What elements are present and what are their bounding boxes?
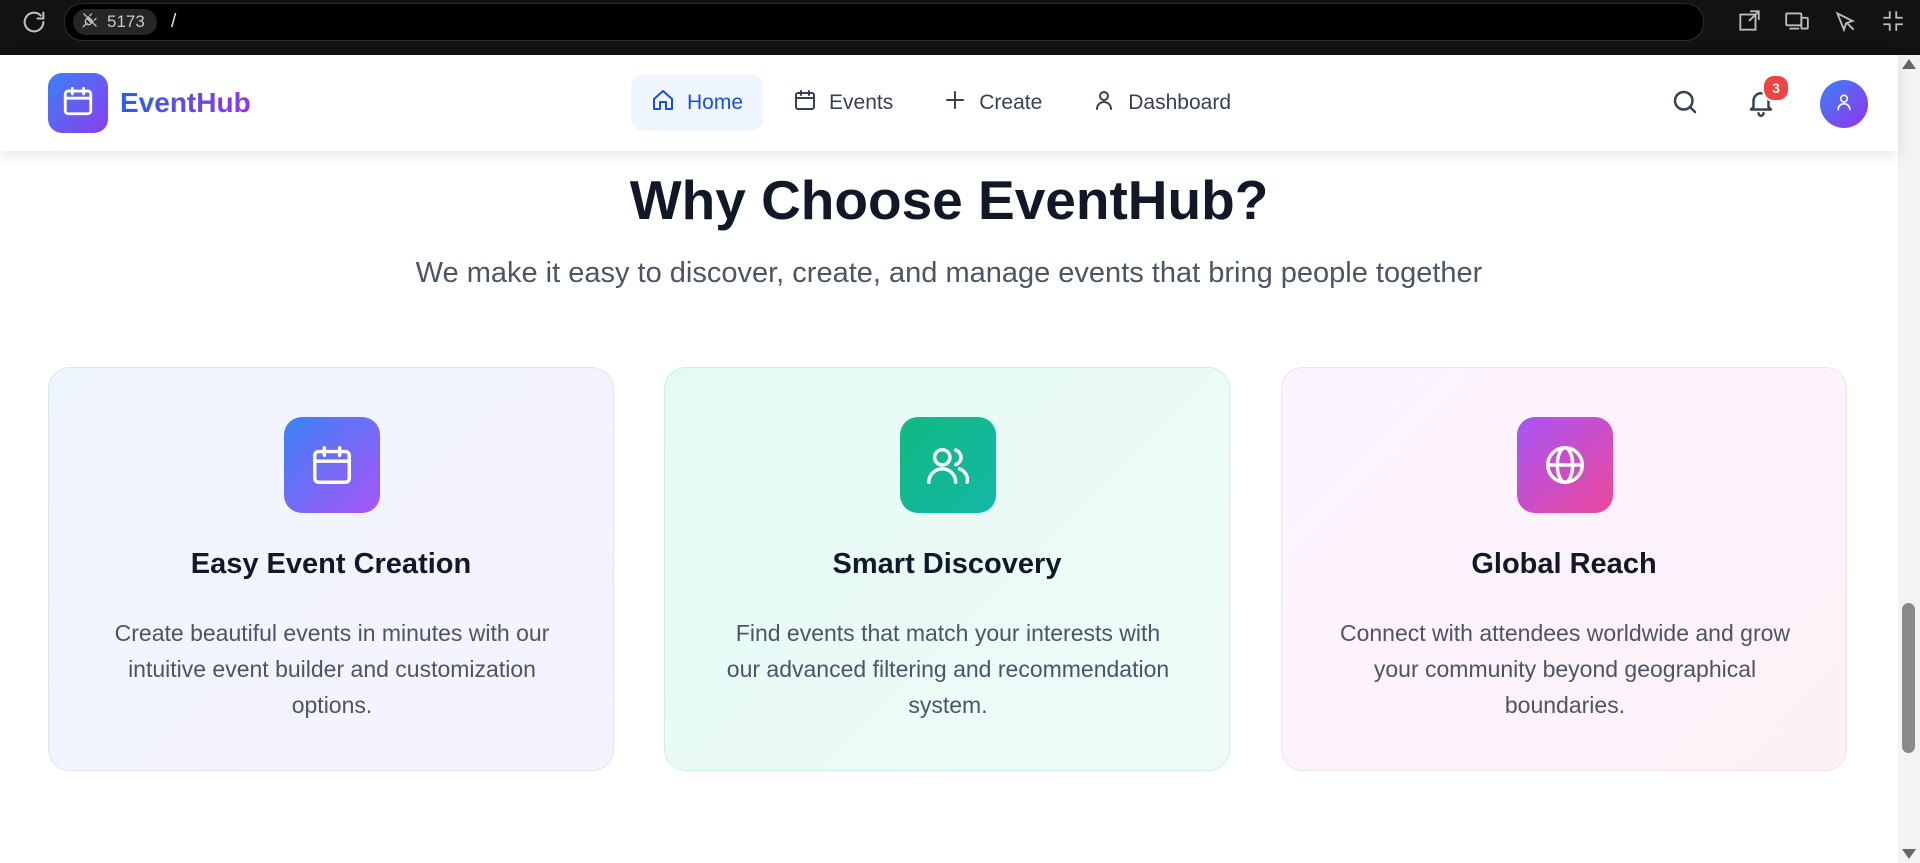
nav-home[interactable]: Home — [631, 75, 764, 131]
calendar-icon — [61, 84, 95, 123]
scroll-up-arrow-icon[interactable] — [1902, 59, 1916, 69]
globe-icon — [1517, 417, 1613, 513]
nav-dashboard[interactable]: Dashboard — [1072, 75, 1251, 131]
logo[interactable] — [48, 73, 108, 133]
nav-events-label: Events — [829, 91, 894, 114]
section-subtitle: We make it easy to discover, create, and… — [415, 257, 1483, 289]
nav-events[interactable]: Events — [773, 75, 913, 131]
calendar-icon — [284, 417, 380, 513]
user-icon — [1834, 92, 1854, 117]
port-number: 5173 — [107, 12, 145, 31]
notification-badge: 3 — [1762, 74, 1790, 102]
url-path: / — [171, 11, 177, 32]
nav-create-label: Create — [979, 91, 1043, 114]
app-header: EventHub Home Events Create Dashboard 3 — [0, 55, 1898, 151]
home-icon — [651, 88, 675, 118]
users-icon — [900, 417, 996, 513]
main-nav: Home Events Create Dashboard — [631, 75, 1251, 131]
address-bar[interactable]: 5173 / — [64, 3, 1704, 41]
scroll-down-arrow-icon[interactable] — [1902, 849, 1916, 859]
inspect-cursor-icon[interactable] — [1832, 8, 1858, 34]
nav-dashboard-label: Dashboard — [1128, 91, 1231, 114]
feature-title: Smart Discovery — [832, 548, 1062, 580]
feature-card-global-reach: Global Reach Connect with attendees worl… — [1281, 367, 1847, 771]
search-icon — [1670, 87, 1700, 122]
user-icon — [1092, 88, 1116, 118]
brand-name[interactable]: EventHub — [120, 87, 251, 119]
reload-icon[interactable] — [20, 8, 48, 36]
feature-description: Create beautiful events in minutes with … — [114, 620, 550, 718]
devices-icon[interactable] — [1784, 8, 1810, 34]
plug-icon — [81, 11, 99, 34]
notifications-button[interactable]: 3 — [1744, 74, 1790, 121]
feature-card-smart-discovery: Smart Discovery Find events that match y… — [664, 367, 1230, 771]
browser-toolbar: 5173 / — [0, 0, 1920, 55]
port-chip[interactable]: 5173 — [73, 9, 157, 35]
calendar-icon — [793, 88, 817, 118]
collapse-icon[interactable] — [1880, 8, 1906, 34]
avatar[interactable] — [1820, 80, 1868, 128]
nav-create[interactable]: Create — [923, 75, 1062, 131]
section-title: Why Choose EventHub? — [629, 169, 1269, 231]
feature-description: Find events that match your interests wi… — [726, 620, 1170, 718]
feature-card-easy-creation: Easy Event Creation Create beautiful eve… — [48, 367, 614, 771]
feature-description: Connect with attendees worldwide and gro… — [1339, 620, 1791, 718]
scroll-thumb[interactable] — [1902, 603, 1915, 753]
open-external-icon[interactable] — [1736, 8, 1762, 34]
plus-icon — [943, 88, 967, 118]
nav-home-label: Home — [687, 91, 744, 114]
search-button[interactable] — [1668, 87, 1702, 121]
feature-title: Global Reach — [1471, 548, 1657, 580]
page-scrollbar[interactable] — [1898, 55, 1920, 863]
feature-title: Easy Event Creation — [190, 548, 472, 580]
